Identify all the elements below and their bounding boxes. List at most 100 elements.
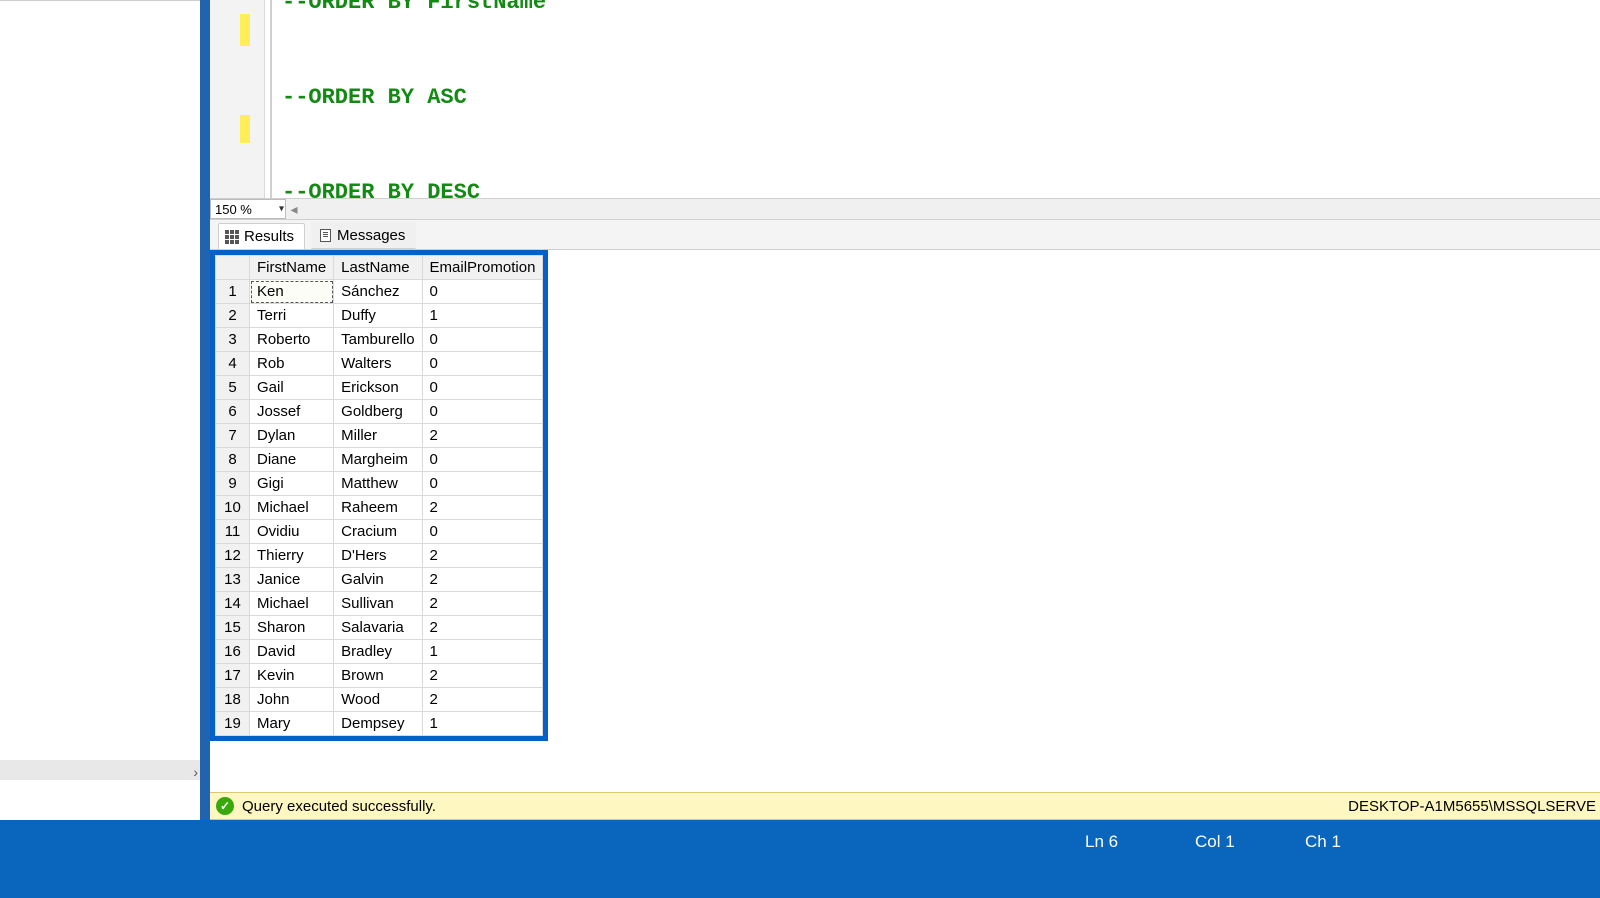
cell-emailpromotion[interactable]: 0 <box>422 400 543 424</box>
table-row[interactable]: 1KenSánchez0 <box>216 280 543 304</box>
cell-lastname[interactable]: Raheem <box>334 496 422 520</box>
table-row[interactable]: 7DylanMiller2 <box>216 424 543 448</box>
table-row[interactable]: 15SharonSalavaria2 <box>216 616 543 640</box>
row-number[interactable]: 15 <box>216 616 250 640</box>
cell-emailpromotion[interactable]: 2 <box>422 688 543 712</box>
cell-firstname[interactable]: Jossef <box>250 400 334 424</box>
row-number[interactable]: 7 <box>216 424 250 448</box>
cell-emailpromotion[interactable]: 1 <box>422 304 543 328</box>
cell-firstname[interactable]: Thierry <box>250 544 334 568</box>
cell-firstname[interactable]: Ovidiu <box>250 520 334 544</box>
cell-firstname[interactable]: David <box>250 640 334 664</box>
cell-emailpromotion[interactable]: 2 <box>422 544 543 568</box>
table-row[interactable]: 6JossefGoldberg0 <box>216 400 543 424</box>
row-number[interactable]: 11 <box>216 520 250 544</box>
code-line[interactable]: --ORDER BY ASC <box>282 85 467 110</box>
cell-firstname[interactable]: Gail <box>250 376 334 400</box>
expand-panel-icon[interactable]: › <box>193 764 198 780</box>
cell-firstname[interactable]: Diane <box>250 448 334 472</box>
cell-emailpromotion[interactable]: 2 <box>422 568 543 592</box>
cell-emailpromotion[interactable]: 1 <box>422 712 543 736</box>
cell-lastname[interactable]: D'Hers <box>334 544 422 568</box>
cell-lastname[interactable]: Erickson <box>334 376 422 400</box>
cell-lastname[interactable]: Brown <box>334 664 422 688</box>
cell-emailpromotion[interactable]: 2 <box>422 592 543 616</box>
cell-lastname[interactable]: Salavaria <box>334 616 422 640</box>
cell-lastname[interactable]: Miller <box>334 424 422 448</box>
row-number[interactable]: 4 <box>216 352 250 376</box>
row-number[interactable]: 10 <box>216 496 250 520</box>
cell-firstname[interactable]: Terri <box>250 304 334 328</box>
cell-emailpromotion[interactable]: 2 <box>422 424 543 448</box>
cell-emailpromotion[interactable]: 0 <box>422 376 543 400</box>
cell-firstname[interactable]: Janice <box>250 568 334 592</box>
table-row[interactable]: 17KevinBrown2 <box>216 664 543 688</box>
cell-firstname[interactable]: Michael <box>250 496 334 520</box>
cell-lastname[interactable]: Cracium <box>334 520 422 544</box>
table-row[interactable]: 5GailErickson0 <box>216 376 543 400</box>
table-row[interactable]: 19MaryDempsey1 <box>216 712 543 736</box>
row-number[interactable]: 18 <box>216 688 250 712</box>
cell-lastname[interactable]: Bradley <box>334 640 422 664</box>
row-number[interactable]: 16 <box>216 640 250 664</box>
table-row[interactable]: 13JaniceGalvin2 <box>216 568 543 592</box>
cell-emailpromotion[interactable]: 0 <box>422 280 543 304</box>
cell-lastname[interactable]: Tamburello <box>334 328 422 352</box>
row-number[interactable]: 9 <box>216 472 250 496</box>
table-row[interactable]: 14MichaelSullivan2 <box>216 592 543 616</box>
table-row[interactable]: 16DavidBradley1 <box>216 640 543 664</box>
cell-lastname[interactable]: Wood <box>334 688 422 712</box>
cell-lastname[interactable]: Goldberg <box>334 400 422 424</box>
row-number[interactable]: 17 <box>216 664 250 688</box>
cell-lastname[interactable]: Sullivan <box>334 592 422 616</box>
row-number[interactable]: 5 <box>216 376 250 400</box>
cell-emailpromotion[interactable]: 0 <box>422 448 543 472</box>
scroll-left-icon[interactable]: ◂ <box>286 201 302 218</box>
table-row[interactable]: 3RobertoTamburello0 <box>216 328 543 352</box>
row-number[interactable]: 2 <box>216 304 250 328</box>
cell-emailpromotion[interactable]: 2 <box>422 616 543 640</box>
cell-emailpromotion[interactable]: 2 <box>422 496 543 520</box>
table-row[interactable]: 11OvidiuCracium0 <box>216 520 543 544</box>
cell-lastname[interactable]: Duffy <box>334 304 422 328</box>
column-header-firstname[interactable]: FirstName <box>250 256 334 280</box>
table-row[interactable]: 18JohnWood2 <box>216 688 543 712</box>
cell-firstname[interactable]: Sharon <box>250 616 334 640</box>
row-number[interactable]: 13 <box>216 568 250 592</box>
cell-lastname[interactable]: Margheim <box>334 448 422 472</box>
column-header-lastname[interactable]: LastName <box>334 256 422 280</box>
cell-firstname[interactable]: Mary <box>250 712 334 736</box>
cell-firstname[interactable]: Roberto <box>250 328 334 352</box>
cell-emailpromotion[interactable]: 0 <box>422 352 543 376</box>
table-row[interactable]: 10MichaelRaheem2 <box>216 496 543 520</box>
row-number[interactable]: 6 <box>216 400 250 424</box>
row-number[interactable]: 1 <box>216 280 250 304</box>
cell-emailpromotion[interactable]: 0 <box>422 520 543 544</box>
cell-firstname[interactable]: Dylan <box>250 424 334 448</box>
code-line[interactable]: --ORDER BY FirstName <box>282 0 546 15</box>
tab-results[interactable]: Results <box>218 223 305 249</box>
column-header-emailpromotion[interactable]: EmailPromotion <box>422 256 543 280</box>
panel-scrollbar[interactable] <box>0 760 200 780</box>
cell-emailpromotion[interactable]: 0 <box>422 472 543 496</box>
table-row[interactable]: 9GigiMatthew0 <box>216 472 543 496</box>
row-number[interactable]: 14 <box>216 592 250 616</box>
cell-firstname[interactable]: Rob <box>250 352 334 376</box>
cell-firstname[interactable]: John <box>250 688 334 712</box>
tab-messages[interactable]: Messages <box>311 222 416 249</box>
sql-editor[interactable]: --ORDER BY FirstName --ORDER BY ASC --OR… <box>210 0 1600 198</box>
row-header-corner[interactable] <box>216 256 250 280</box>
row-number[interactable]: 3 <box>216 328 250 352</box>
cell-firstname[interactable]: Kevin <box>250 664 334 688</box>
cell-emailpromotion[interactable]: 1 <box>422 640 543 664</box>
table-row[interactable]: 8DianeMargheim0 <box>216 448 543 472</box>
cell-firstname[interactable]: Ken <box>250 280 334 304</box>
cell-lastname[interactable]: Galvin <box>334 568 422 592</box>
cell-lastname[interactable]: Sánchez <box>334 280 422 304</box>
cell-emailpromotion[interactable]: 0 <box>422 328 543 352</box>
code-line[interactable]: --ORDER BY DESC <box>282 180 480 198</box>
cell-lastname[interactable]: Matthew <box>334 472 422 496</box>
table-row[interactable]: 4RobWalters0 <box>216 352 543 376</box>
row-number[interactable]: 12 <box>216 544 250 568</box>
table-row[interactable]: 2TerriDuffy1 <box>216 304 543 328</box>
